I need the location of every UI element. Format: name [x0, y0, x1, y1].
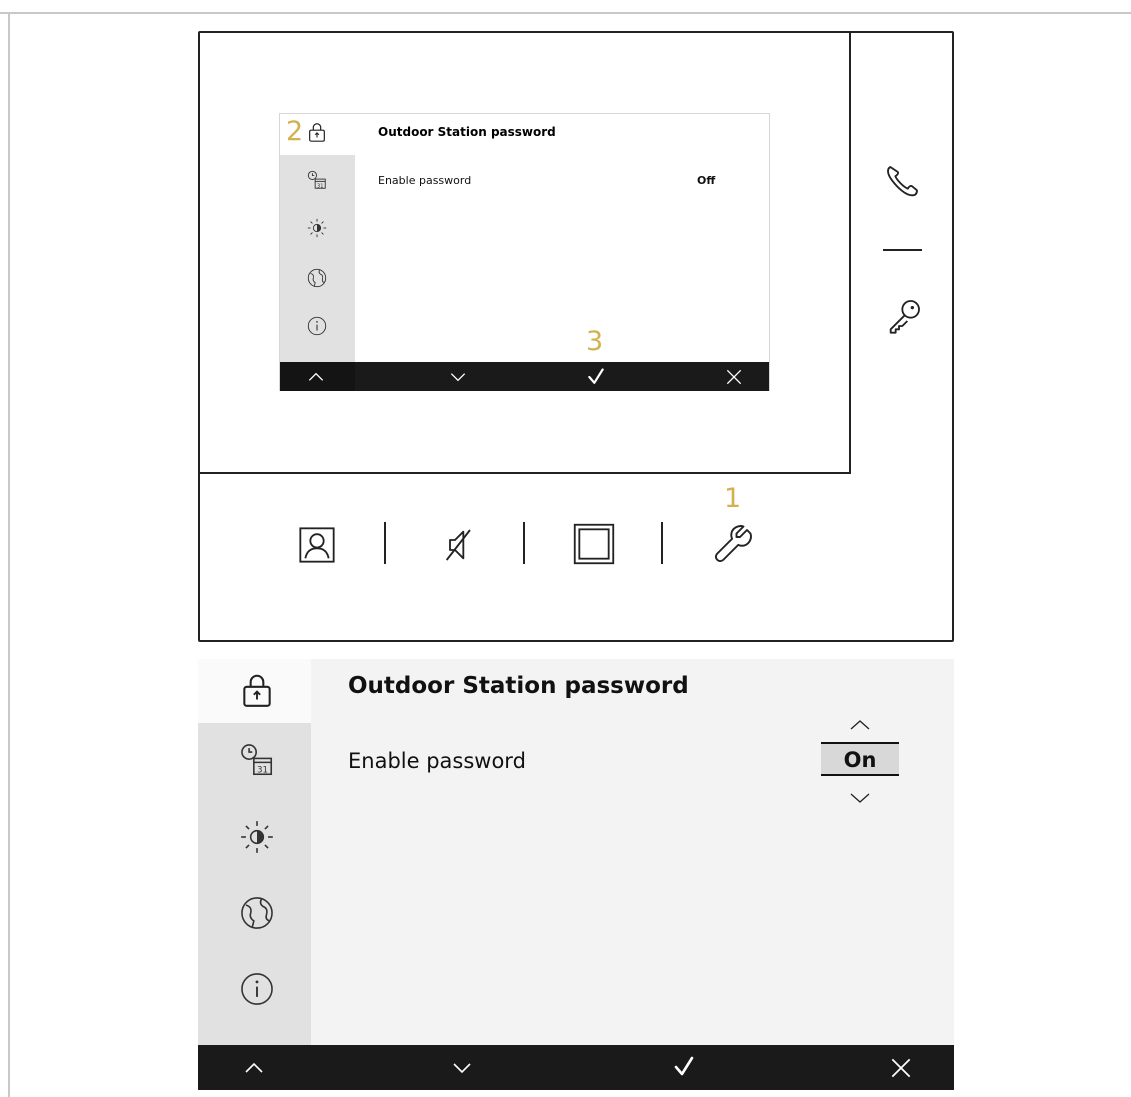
- chevron-down-icon[interactable]: [448, 367, 468, 387]
- close-icon[interactable]: [724, 367, 744, 387]
- globe-icon[interactable]: [238, 894, 276, 932]
- callout-1: 1: [724, 483, 742, 514]
- callout-2: 2: [286, 116, 304, 147]
- checkmark-icon[interactable]: [672, 1053, 696, 1081]
- callout-3: 3: [586, 326, 604, 357]
- square-icon[interactable]: [572, 522, 616, 566]
- setting-value: On: [843, 748, 877, 772]
- value-stepper[interactable]: On: [821, 714, 899, 812]
- checkmark-icon[interactable]: [586, 366, 606, 388]
- stepper-down-icon[interactable]: [845, 785, 875, 809]
- screen-edge-right: [849, 31, 851, 474]
- chevron-up-icon[interactable]: [306, 367, 326, 387]
- close-icon[interactable]: [888, 1055, 914, 1081]
- date-time-icon[interactable]: [306, 169, 328, 191]
- wrench-icon[interactable]: [712, 523, 754, 565]
- screen-edge-bottom: [198, 472, 851, 474]
- divider: [661, 522, 663, 564]
- brightness-icon[interactable]: [238, 818, 276, 856]
- brightness-icon[interactable]: [306, 217, 328, 239]
- divider: [523, 522, 525, 564]
- chevron-up-icon[interactable]: [242, 1056, 266, 1080]
- mute-icon[interactable]: [440, 525, 480, 565]
- divider: [384, 522, 386, 564]
- chevron-down-icon[interactable]: [450, 1056, 474, 1080]
- dash-icon[interactable]: [883, 249, 922, 251]
- portrait-icon[interactable]: [297, 525, 337, 565]
- mini-setting-value[interactable]: Off: [697, 174, 715, 187]
- globe-icon[interactable]: [306, 267, 328, 289]
- key-icon[interactable]: [884, 296, 924, 336]
- page-title: Outdoor Station password: [348, 673, 689, 699]
- bottom-bar: [198, 1045, 954, 1090]
- mini-page-title: Outdoor Station password: [378, 125, 556, 139]
- setting-label: Enable password: [348, 749, 526, 773]
- info-icon[interactable]: [306, 315, 328, 337]
- date-time-icon[interactable]: [238, 741, 276, 779]
- lock-icon[interactable]: [306, 121, 328, 143]
- lock-icon[interactable]: [238, 671, 276, 709]
- mini-setting-label: Enable password: [378, 174, 472, 187]
- phone-icon[interactable]: [882, 162, 922, 202]
- mini-screen: Outdoor Station password Enable password…: [279, 113, 770, 391]
- frame-left-border: [8, 12, 10, 1097]
- stepper-up-icon[interactable]: [845, 714, 875, 738]
- zoomed-settings-screen: Outdoor Station password Enable password…: [198, 659, 954, 1090]
- frame-top-border: [0, 12, 1131, 14]
- info-icon[interactable]: [238, 970, 276, 1008]
